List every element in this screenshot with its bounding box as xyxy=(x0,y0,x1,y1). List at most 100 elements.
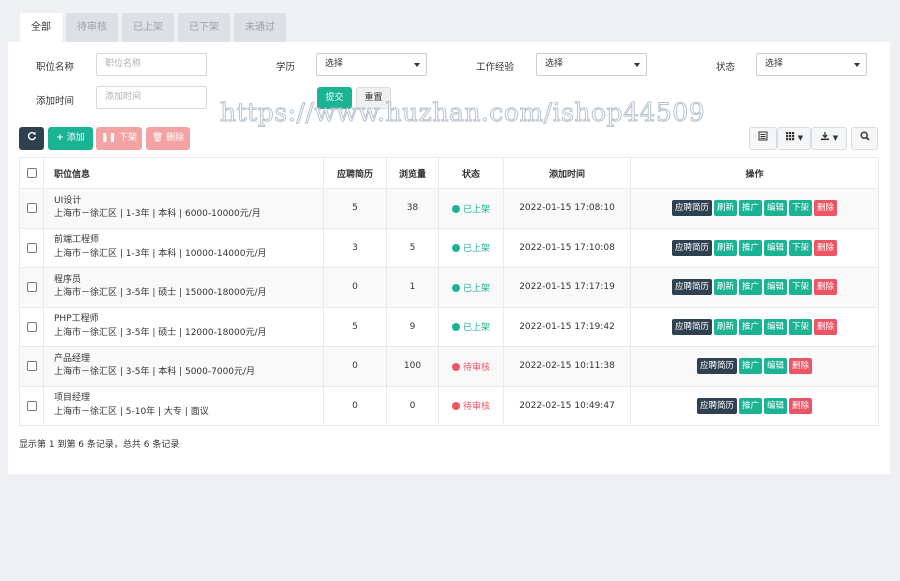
row-checkbox[interactable] xyxy=(26,321,37,332)
delete-job-button[interactable]: 删除 xyxy=(789,397,813,414)
experience-select[interactable]: 选择 xyxy=(536,53,647,76)
refresh-job-button[interactable]: 刷新 xyxy=(713,200,737,217)
offline-job-button[interactable]: 下架 xyxy=(789,279,813,296)
education-select[interactable]: 选择 xyxy=(316,53,427,76)
job-info-cell: 前端工程师 上海市－徐汇区 | 1-3年 | 本科 | 10000-14000元… xyxy=(43,227,324,268)
row-select-cell xyxy=(19,385,44,426)
row-checkbox[interactable] xyxy=(26,242,37,253)
add-time: 2022-02-15 10:11:38 xyxy=(503,346,631,387)
job-title[interactable]: 前端工程师 xyxy=(54,234,323,248)
job-info-cell: 产品经理 上海市－徐汇区 | 3-5年 | 本科 | 5000-7000元/月 xyxy=(43,346,324,387)
resume-button[interactable]: 应聘简历 xyxy=(696,358,737,375)
resume-button[interactable]: 应聘简历 xyxy=(671,239,712,256)
delete-job-button[interactable]: 删除 xyxy=(814,318,838,335)
table-row: 项目经理 上海市－徐汇区 | 5-10年 | 大专 | 面议 0 0 待审核 2… xyxy=(19,385,879,426)
refresh-job-button[interactable]: 刷新 xyxy=(713,318,737,335)
job-title[interactable]: 产品经理 xyxy=(54,353,323,367)
refresh-button[interactable] xyxy=(19,127,44,150)
promote-button[interactable]: 推广 xyxy=(738,239,762,256)
row-checkbox[interactable] xyxy=(26,203,37,213)
edit-button[interactable]: 编辑 xyxy=(764,239,788,256)
refresh-job-button[interactable]: 刷新 xyxy=(713,239,737,256)
job-title[interactable]: PHP工程师 xyxy=(54,313,323,327)
delete-button[interactable]: 🗑 删除 xyxy=(146,127,190,150)
resume-count: 5 xyxy=(323,188,387,229)
promote-button[interactable]: 推广 xyxy=(738,358,762,375)
toggle-view-button[interactable] xyxy=(749,127,777,150)
edit-button[interactable]: 编辑 xyxy=(764,279,788,296)
add-button[interactable]: + 添加 xyxy=(48,127,93,150)
delete-job-button[interactable]: 删除 xyxy=(814,239,838,256)
export-button[interactable]: ▼ xyxy=(811,127,847,150)
select-all-checkbox[interactable] xyxy=(26,167,37,178)
tab-rejected[interactable]: 未通过 xyxy=(234,13,286,42)
resume-count: 0 xyxy=(323,385,387,426)
time-input[interactable]: 添加时间 xyxy=(96,86,207,109)
add-time: 2022-02-15 10:49:47 xyxy=(503,385,631,426)
add-time: 2022-01-15 17:08:10 xyxy=(503,188,631,229)
search-button[interactable] xyxy=(851,127,878,150)
reset-button[interactable]: 重置 xyxy=(356,87,391,109)
promote-button[interactable]: 推广 xyxy=(738,318,762,335)
status-badge: 已上架 xyxy=(462,283,490,294)
delete-button-label: 删除 xyxy=(166,133,185,143)
offline-job-button[interactable]: 下架 xyxy=(789,239,813,256)
resume-button[interactable]: 应聘简历 xyxy=(671,318,712,335)
job-info-cell: 项目经理 上海市－徐汇区 | 5-10年 | 大专 | 面议 xyxy=(43,385,324,426)
job-detail: 上海市－徐汇区 | 3-5年 | 硕士 | 12000-18000元/月 xyxy=(54,327,267,338)
add-time: 2022-01-15 17:19:42 xyxy=(503,306,631,347)
resume-button[interactable]: 应聘简历 xyxy=(696,397,737,414)
offline-job-button[interactable]: 下架 xyxy=(789,318,813,335)
edit-button[interactable]: 编辑 xyxy=(764,318,788,335)
resume-button[interactable]: 应聘简历 xyxy=(671,279,712,296)
actions-cell: 应聘简历 刷新 推广 编辑 下架 删除 xyxy=(630,306,879,347)
col-header-resumes[interactable]: 应聘简历 xyxy=(323,157,387,189)
promote-button[interactable]: 推广 xyxy=(738,200,762,217)
status-badge: 已上架 xyxy=(462,244,490,255)
table-body: UI设计 上海市－徐汇区 | 1-3年 | 本科 | 6000-10000元/月… xyxy=(19,188,879,426)
job-title[interactable]: 项目经理 xyxy=(54,392,323,406)
promote-button[interactable]: 推广 xyxy=(738,279,762,296)
actions-cell: 应聘简历 推广 编辑 删除 xyxy=(630,385,879,426)
promote-button[interactable]: 推广 xyxy=(738,397,762,414)
edit-button[interactable]: 编辑 xyxy=(764,397,788,414)
row-select-cell xyxy=(19,267,44,308)
search-icon xyxy=(859,131,870,141)
add-time: 2022-01-15 17:17:19 xyxy=(503,267,631,308)
status-cell: 待审核 xyxy=(438,385,504,426)
offline-button[interactable]: ❚❚ 下架 xyxy=(96,127,142,150)
tab-online[interactable]: 已上架 xyxy=(122,13,174,42)
job-title[interactable]: UI设计 xyxy=(54,195,323,209)
col-header-status[interactable]: 状态 xyxy=(438,157,504,189)
download-icon xyxy=(820,132,829,141)
row-checkbox[interactable] xyxy=(26,282,37,292)
actions-cell: 应聘简历 刷新 推广 编辑 下架 删除 xyxy=(630,227,879,268)
submit-button[interactable]: 提交 xyxy=(317,87,352,109)
status-tabs: 全部 待审核 已上架 已下架 未通过 xyxy=(20,13,286,42)
tab-offline[interactable]: 已下架 xyxy=(178,13,230,42)
row-checkbox[interactable] xyxy=(26,361,37,371)
tab-all[interactable]: 全部 xyxy=(20,13,62,42)
edit-button[interactable]: 编辑 xyxy=(764,358,788,375)
delete-job-button[interactable]: 删除 xyxy=(814,200,838,217)
delete-job-button[interactable]: 删除 xyxy=(814,279,838,296)
col-header-views[interactable]: 浏览量 xyxy=(386,157,439,189)
offline-job-button[interactable]: 下架 xyxy=(789,200,813,217)
position-input[interactable]: 职位名称 xyxy=(96,53,207,76)
refresh-job-button[interactable]: 刷新 xyxy=(713,279,737,296)
resume-count: 3 xyxy=(323,227,387,268)
col-header-time[interactable]: 添加时间 xyxy=(503,157,631,189)
status-select[interactable]: 选择 xyxy=(756,53,867,76)
tab-pending[interactable]: 待审核 xyxy=(66,13,118,42)
add-button-label: 添加 xyxy=(66,133,85,143)
resume-count: 0 xyxy=(323,267,387,308)
edit-button[interactable]: 编辑 xyxy=(764,200,788,217)
row-checkbox[interactable] xyxy=(26,400,37,411)
col-header-job[interactable]: 职位信息 xyxy=(43,157,324,189)
table-header-row: 职位信息 应聘简历 浏览量 状态 添加时间 操作 xyxy=(19,157,879,189)
chevron-down-icon xyxy=(634,63,640,67)
delete-job-button[interactable]: 删除 xyxy=(789,358,813,375)
columns-button[interactable]: ▼ xyxy=(777,127,811,150)
resume-button[interactable]: 应聘简历 xyxy=(671,200,712,217)
job-title[interactable]: 程序员 xyxy=(54,274,323,288)
